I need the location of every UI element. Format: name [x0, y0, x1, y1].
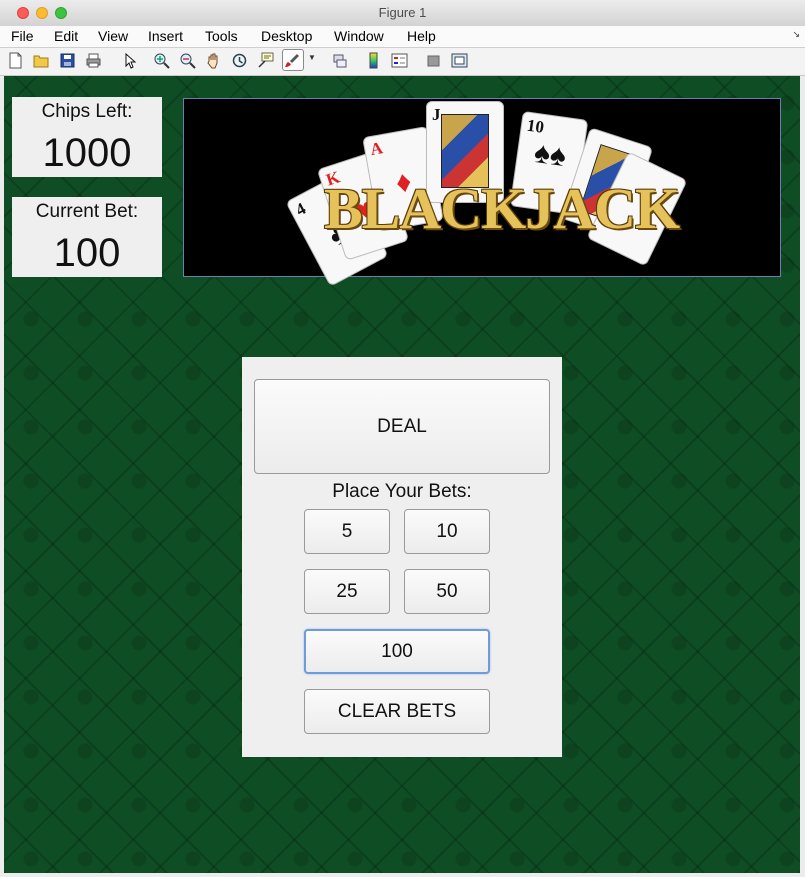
- chips-left-value: 1000: [42, 131, 132, 175]
- chips-left-panel: Chips Left: 1000: [12, 97, 162, 177]
- bet-5-button[interactable]: 5: [304, 509, 390, 554]
- pointer-icon[interactable]: [121, 52, 138, 69]
- menu-file[interactable]: File: [11, 28, 34, 44]
- menu-overflow-icon[interactable]: ↘: [792, 29, 800, 40]
- current-bet-value: 100: [53, 231, 121, 275]
- figure-toolbar: ▼: [0, 48, 805, 76]
- clear-bets-button[interactable]: CLEAR BETS: [304, 689, 490, 734]
- menu-bar: File Edit View Insert Tools Desktop Wind…: [0, 26, 805, 48]
- brush-icon[interactable]: [284, 52, 301, 69]
- deal-button[interactable]: DEAL: [254, 379, 550, 474]
- place-bets-label: Place Your Bets:: [332, 481, 472, 502]
- chips-left-label: Chips Left:: [41, 101, 133, 122]
- window-title: Figure 1: [378, 5, 427, 20]
- colorbar-icon[interactable]: [365, 52, 382, 69]
- open-folder-icon[interactable]: [33, 52, 50, 69]
- figure-window: Figure 1 File Edit View Insert Tools Des…: [0, 0, 805, 877]
- zoom-in-icon[interactable]: [153, 52, 170, 69]
- current-bet-label: Current Bet:: [35, 201, 139, 222]
- menu-desktop[interactable]: Desktop: [261, 28, 312, 44]
- blackjack-banner: 4♣ K♥ A♦ J 10♠♠ BLACKJACK: [183, 98, 781, 287]
- current-bet-panel: Current Bet: 100: [12, 197, 162, 277]
- menu-view[interactable]: View: [98, 28, 128, 44]
- save-icon[interactable]: [59, 52, 76, 69]
- print-icon[interactable]: [85, 52, 102, 69]
- bet-100-button[interactable]: 100: [304, 629, 490, 674]
- bet-25-button[interactable]: 25: [304, 569, 390, 614]
- menu-help[interactable]: Help: [407, 28, 436, 44]
- link-plot-icon[interactable]: [331, 52, 348, 69]
- new-file-icon[interactable]: [7, 52, 24, 69]
- show-plot-tools-icon[interactable]: [451, 52, 468, 69]
- zoom-out-icon[interactable]: [179, 52, 196, 69]
- menu-tools[interactable]: Tools: [205, 28, 238, 44]
- betting-control-panel: DEAL Place Your Bets: 5 10 25 50 100 CLE…: [242, 357, 562, 757]
- bet-10-button[interactable]: 10: [404, 509, 490, 554]
- menu-window[interactable]: Window: [334, 28, 384, 44]
- bet-50-button[interactable]: 50: [404, 569, 490, 614]
- legend-icon[interactable]: [391, 52, 408, 69]
- menu-edit[interactable]: Edit: [54, 28, 78, 44]
- title-bar[interactable]: Figure 1: [0, 0, 805, 27]
- felt-table-canvas: Chips Left: 1000 Current Bet: 100 4♣ K♥ …: [4, 76, 800, 873]
- data-cursor-icon[interactable]: [257, 52, 274, 69]
- rotate-3d-icon[interactable]: [231, 52, 248, 69]
- brush-dropdown-icon[interactable]: ▼: [308, 53, 316, 62]
- pan-hand-icon[interactable]: [205, 52, 222, 69]
- menu-insert[interactable]: Insert: [148, 28, 183, 44]
- hide-plot-tools-icon[interactable]: [425, 52, 442, 69]
- blackjack-logo-text: BLACKJACK: [324, 176, 680, 241]
